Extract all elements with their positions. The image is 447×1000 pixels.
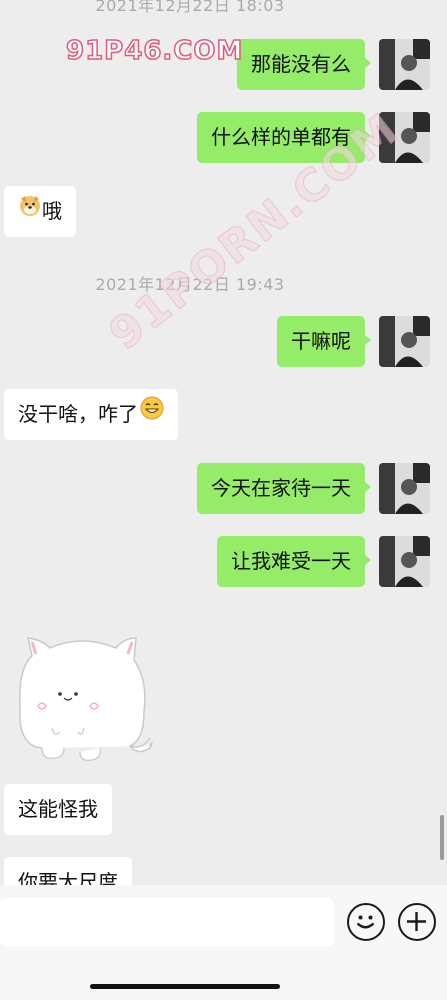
message-text: 没干啥，咋了 bbox=[18, 402, 138, 426]
avatar[interactable] bbox=[379, 316, 430, 367]
smiley-icon bbox=[356, 915, 375, 929]
input-bar bbox=[0, 885, 447, 1000]
more-button[interactable] bbox=[398, 903, 436, 941]
message-text: 哦 bbox=[42, 199, 62, 223]
message-input[interactable] bbox=[0, 898, 334, 946]
emoji-button[interactable] bbox=[347, 903, 385, 941]
message-bubble[interactable]: 让我难受一天 bbox=[217, 536, 371, 587]
timestamp: 2021年12月22日 18:03 bbox=[95, 0, 285, 15]
avatar[interactable] bbox=[379, 536, 430, 587]
message-bubble[interactable]: 干嘛呢 bbox=[277, 316, 371, 367]
avatar[interactable] bbox=[379, 463, 430, 514]
watermark-logo: 91P46.COM bbox=[65, 35, 244, 67]
doge-emoji-icon bbox=[18, 185, 42, 236]
message-bubble[interactable]: 这能怪我 bbox=[4, 784, 112, 835]
message-bubble[interactable]: 那能没有么 bbox=[237, 39, 371, 90]
message-bubble[interactable]: 没干啥，咋了 bbox=[4, 389, 178, 440]
white-cat-sticker[interactable] bbox=[12, 628, 157, 767]
grinning-emoji-icon bbox=[140, 388, 164, 439]
home-indicator bbox=[90, 984, 280, 989]
scrollbar[interactable] bbox=[440, 815, 444, 860]
avatar[interactable] bbox=[379, 39, 430, 90]
message-bubble[interactable]: 哦 bbox=[4, 186, 76, 237]
plus-circle-icon bbox=[407, 912, 426, 931]
message-bubble[interactable]: 今天在家待一天 bbox=[197, 463, 371, 514]
